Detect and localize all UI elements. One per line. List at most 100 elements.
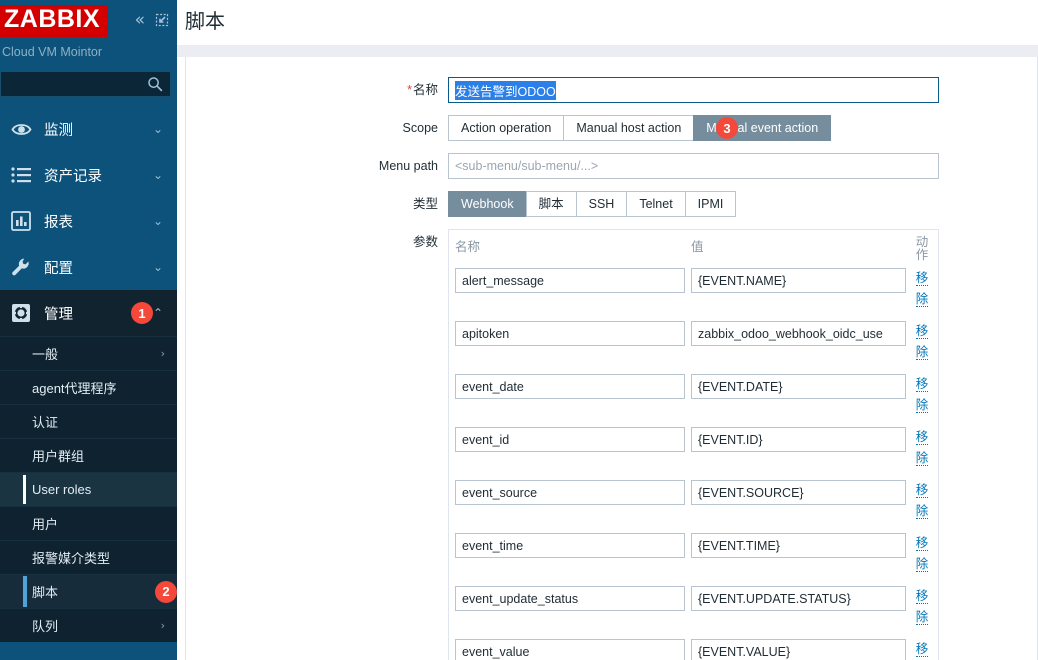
list-icon [6, 166, 36, 184]
gear-icon [6, 303, 36, 323]
parameter-name-input[interactable] [455, 586, 685, 611]
remove-parameter-link[interactable]: 移除 [912, 321, 932, 363]
chevron-down-icon: ⌄ [152, 214, 163, 228]
sidebar-item-users[interactable]: 用户 [0, 506, 177, 540]
sidebar-item-administration[interactable]: 管理 1 ⌃ [0, 290, 177, 336]
type-option-telnet[interactable]: Telnet [626, 191, 685, 217]
parameter-value-wrap [691, 427, 906, 452]
sidebar-item-label: 认证 [32, 415, 59, 430]
table-row: 移除 [449, 370, 938, 423]
parameter-value-input[interactable] [691, 268, 906, 293]
scope-control: Action operation Manual host action Manu… [448, 115, 1037, 141]
sidebar-item-proxies[interactable]: agent代理程序 [0, 370, 177, 404]
parameter-value-input[interactable] [691, 533, 906, 558]
collapse-panel-icon[interactable] [155, 13, 169, 27]
parameter-value-input[interactable] [691, 321, 906, 346]
parameter-value-input[interactable] [691, 374, 906, 399]
sidebar-item-general[interactable]: 一般 › [0, 336, 177, 370]
parameter-value-input[interactable] [691, 427, 906, 452]
sidebar-item-label: 队列 [32, 619, 59, 634]
type-option-ipmi[interactable]: IPMI [684, 191, 737, 217]
remove-parameter-label: 移 [915, 430, 929, 445]
remove-parameter-link[interactable]: 移除 [912, 533, 932, 575]
parameter-value-input[interactable] [691, 639, 906, 660]
chevron-double-left-icon[interactable]: « [135, 12, 145, 29]
type-option-ssh[interactable]: SSH [575, 191, 627, 217]
column-header-name: 名称 [455, 240, 481, 254]
form-row-menu-path: Menu path [186, 153, 1037, 179]
remove-parameter-label: 除 [915, 398, 929, 413]
page-header: 脚本 [177, 0, 1038, 45]
sidebar-item-authentication[interactable]: 认证 [0, 404, 177, 438]
type-option-script[interactable]: 脚本 [525, 191, 576, 217]
parameter-value-wrap [691, 480, 906, 505]
sidebar-item-user-roles[interactable]: User roles [0, 472, 177, 506]
chevron-right-icon: › [160, 619, 165, 632]
sidebar-submenu-administration: 一般 › agent代理程序 认证 用户群组 User roles 用户 报警媒… [0, 336, 177, 642]
menu-path-input[interactable] [448, 153, 939, 179]
sidebar-item-label: 资产记录 [44, 168, 102, 185]
sidebar-item-label: 管理 [44, 306, 73, 323]
parameter-name-input[interactable] [455, 480, 685, 505]
parameter-name-input[interactable] [455, 374, 685, 399]
table-row: 移除 [449, 264, 938, 317]
sidebar-item-monitoring[interactable]: 监测 ⌄ [0, 106, 177, 152]
parameter-name-input[interactable] [455, 639, 685, 660]
table-row: 移除 [449, 476, 938, 529]
remove-parameter-link[interactable]: 移除 [912, 427, 932, 469]
form-row-name: *名称 [186, 77, 1037, 103]
sidebar-search-wrap [0, 65, 177, 97]
parameter-value-wrap [691, 639, 906, 660]
search-box[interactable] [0, 71, 171, 97]
sidebar-item-queue[interactable]: 队列 › [0, 608, 177, 642]
chevron-up-icon: ⌃ [152, 306, 163, 320]
form-row-parameters: 参数 名称 值 动作 移除移除移除移除移除移除移除移除 [186, 229, 1037, 660]
parameters-table-header: 名称 值 动作 [449, 230, 938, 264]
parameter-value-input[interactable] [691, 480, 906, 505]
parameter-name-input[interactable] [455, 427, 685, 452]
parameter-name-input[interactable] [455, 268, 685, 293]
parameter-name-input[interactable] [455, 533, 685, 558]
remove-parameter-label: 移 [915, 377, 929, 392]
remove-parameter-link[interactable]: 移除 [912, 374, 932, 416]
remove-parameter-link[interactable]: 移除 [912, 480, 932, 522]
chevron-right-icon: › [160, 347, 165, 360]
scope-option-manual-event-action[interactable]: Manual event action [693, 115, 832, 141]
parameter-name-input[interactable] [455, 321, 685, 346]
eye-icon [6, 119, 36, 140]
table-row: 移除 [449, 423, 938, 476]
sidebar-item-label: 监测 [44, 122, 73, 139]
sidebar-item-inventory[interactable]: 资产记录 ⌄ [0, 152, 177, 198]
table-row: 移除 [449, 529, 938, 582]
zabbix-app: ZABBIX « Cloud VM Mointor 监测 ⌄ 资产记录 ⌄ 报表… [0, 0, 1038, 660]
scope-option-manual-host-action[interactable]: Manual host action [563, 115, 694, 141]
remove-parameter-label: 移 [915, 483, 929, 498]
type-control: Webhook 脚本 SSH Telnet IPMI [448, 191, 1037, 217]
remove-parameter-label: 除 [915, 292, 929, 307]
remove-parameter-link[interactable]: 移除 [912, 639, 932, 660]
menu-path-label: Menu path [378, 159, 438, 173]
remove-parameter-label: 移 [915, 324, 929, 339]
form-row-scope: Scope Action operation Manual host actio… [186, 115, 1037, 141]
sidebar-item-reports[interactable]: 报表 ⌄ [0, 198, 177, 244]
scope-option-action-operation[interactable]: Action operation [448, 115, 564, 141]
sidebar-item-scripts[interactable]: 脚本 2 [0, 574, 177, 608]
name-input[interactable] [448, 77, 939, 103]
sidebar-header-icons: « [135, 12, 169, 29]
remove-parameter-label: 除 [915, 610, 929, 625]
sidebar-item-media-types[interactable]: 报警媒介类型 [0, 540, 177, 574]
name-label: *名称 [186, 77, 448, 103]
parameter-value-wrap [691, 533, 906, 558]
sidebar-item-configuration[interactable]: 配置 ⌄ [0, 244, 177, 290]
sidebar-item-user-groups[interactable]: 用户群组 [0, 438, 177, 472]
type-option-webhook[interactable]: Webhook [448, 191, 526, 217]
parameter-value-input[interactable] [691, 586, 906, 611]
remove-parameter-link[interactable]: 移除 [912, 268, 932, 310]
remove-parameter-label: 移 [915, 642, 929, 657]
zabbix-logo[interactable]: ZABBIX [0, 5, 109, 37]
search-input[interactable] [1, 72, 170, 96]
remove-parameter-link[interactable]: 移除 [912, 586, 932, 628]
header-divider-band [177, 45, 1038, 57]
remove-parameter-label: 除 [915, 557, 929, 572]
menu-path-control [448, 153, 1037, 179]
